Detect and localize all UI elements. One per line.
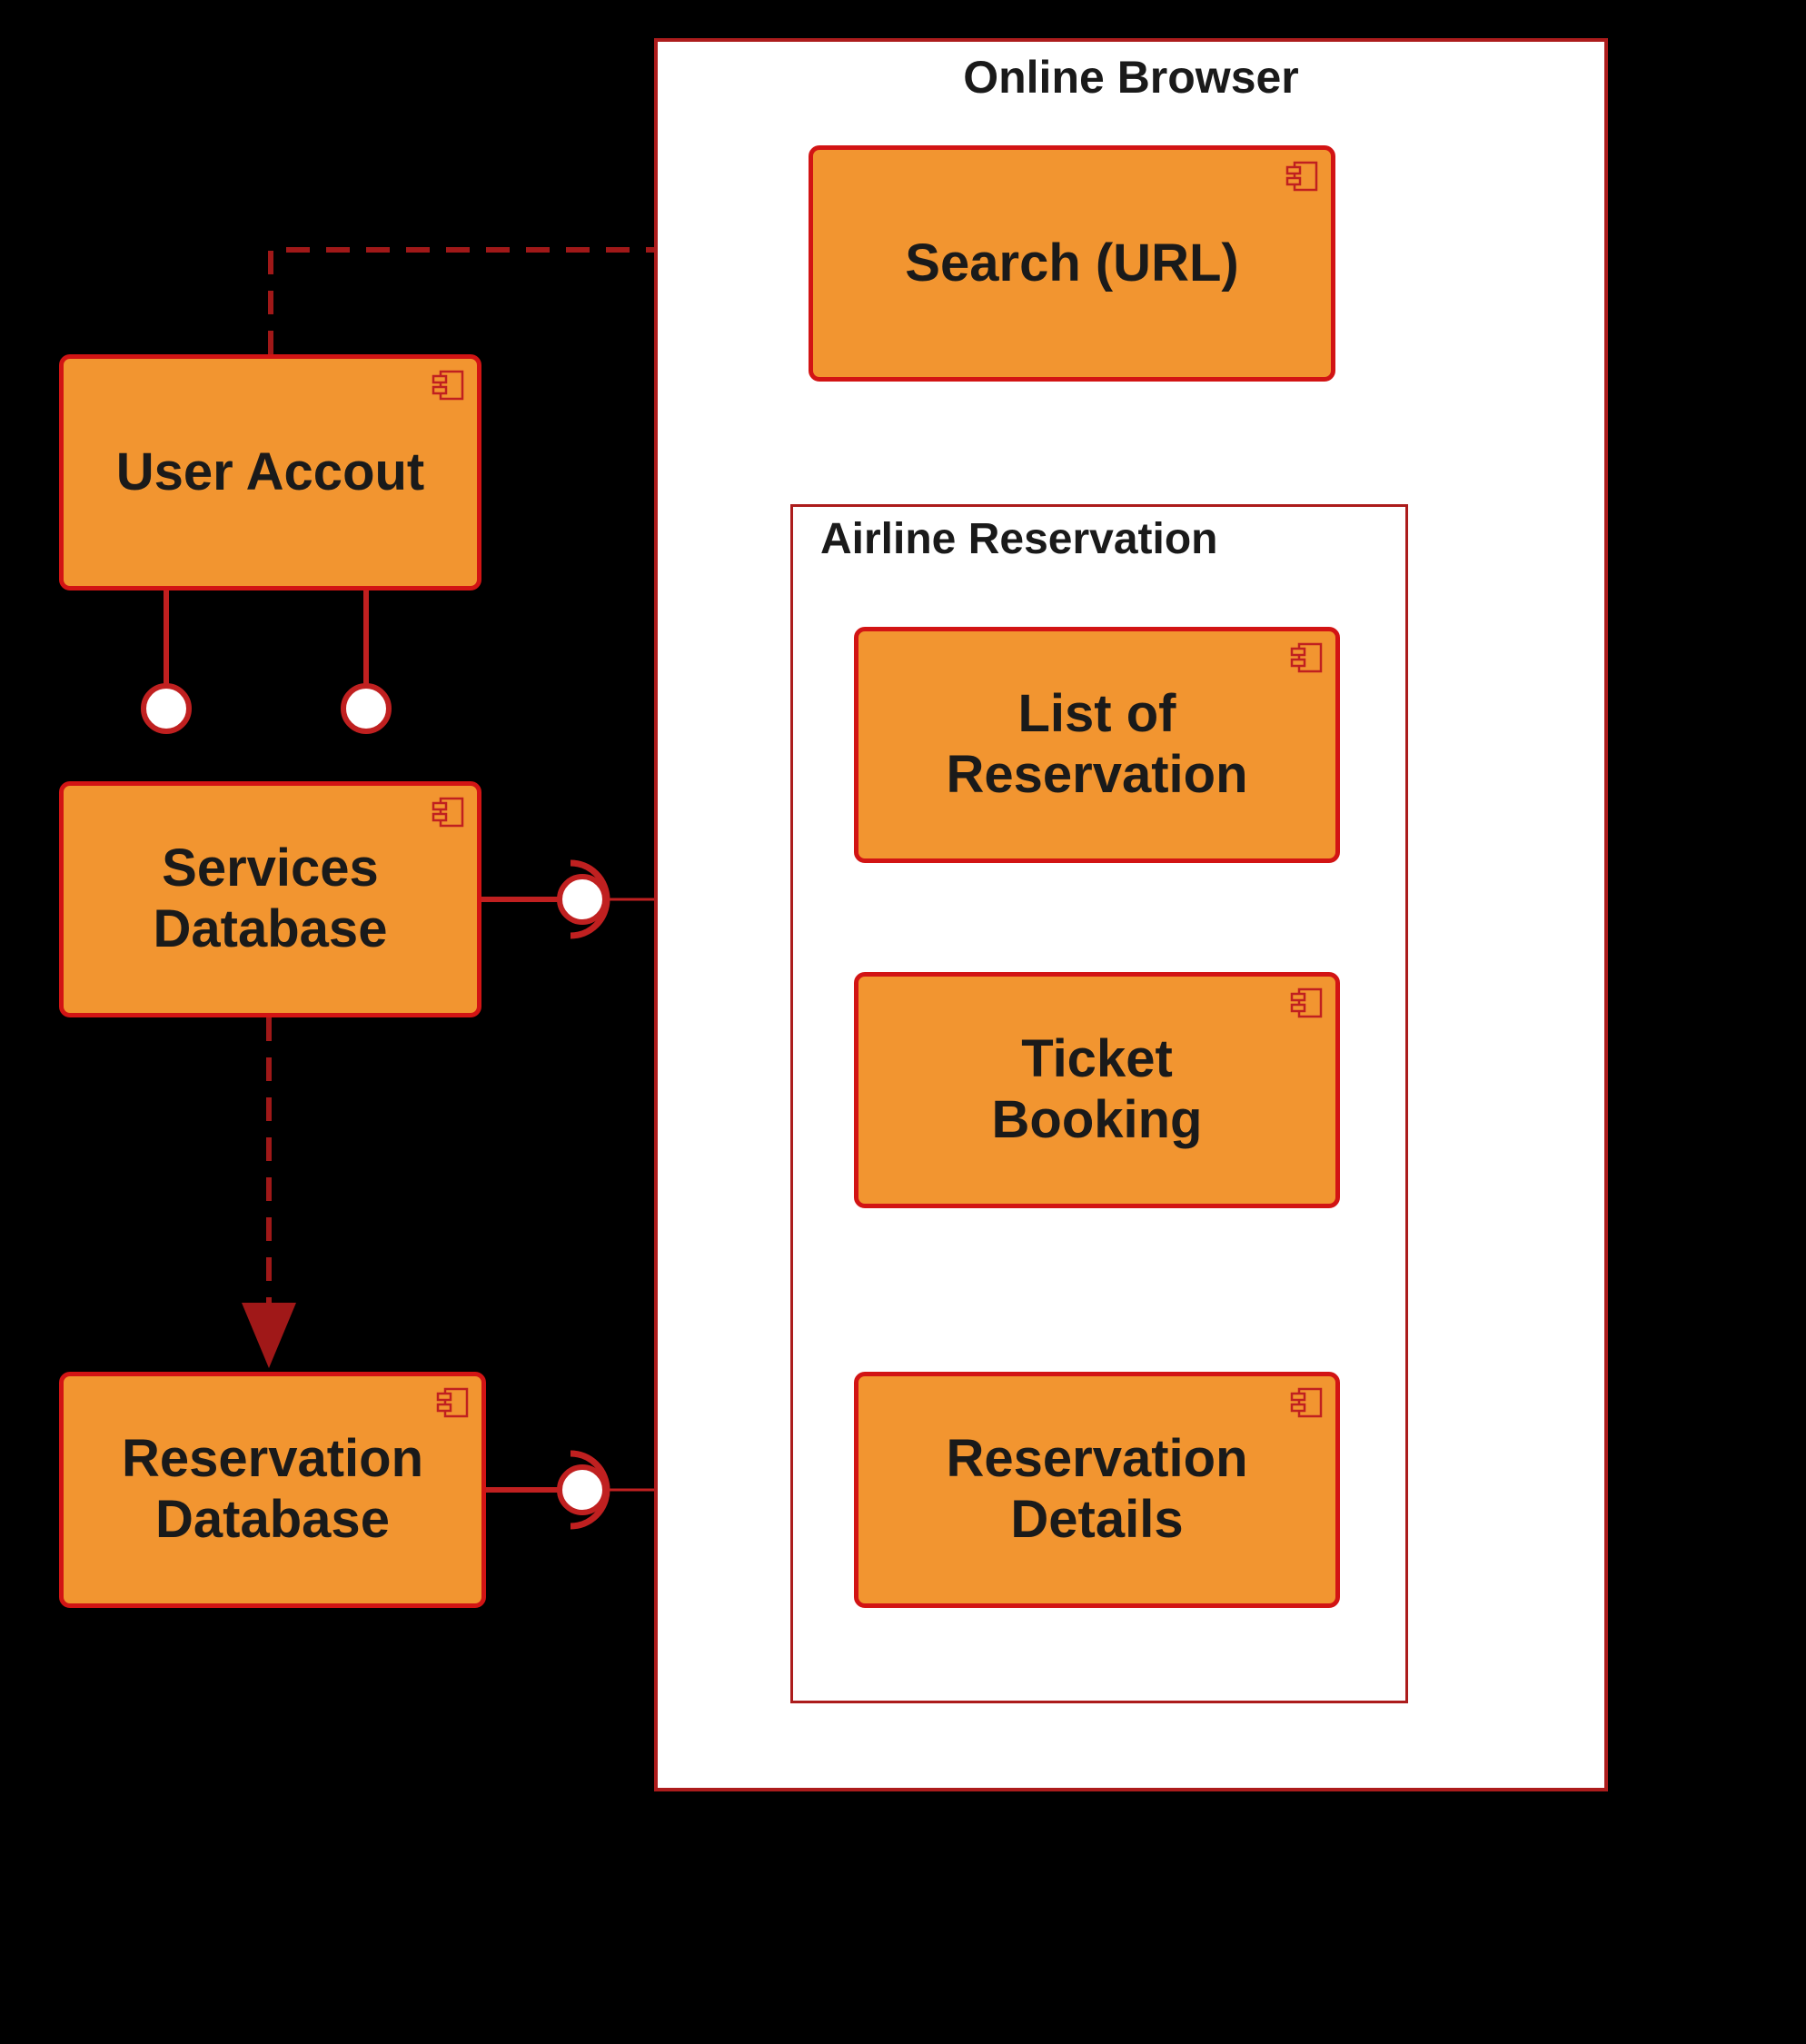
- ball-interface-2: [343, 686, 389, 731]
- component-icon: [1292, 1387, 1323, 1418]
- component-search-url: Search (URL): [809, 145, 1335, 382]
- component-user-account: User Accout: [59, 354, 481, 590]
- ball-interface-services: [560, 877, 605, 922]
- component-list-reservation: List of Reservation: [854, 627, 1340, 863]
- socket-interface-resdb: [571, 1454, 607, 1526]
- label-reservation-database: Reservation Database: [122, 1429, 423, 1550]
- socket-interface-services: [571, 863, 607, 936]
- component-icon: [1292, 987, 1323, 1018]
- ball-interface-1: [144, 686, 189, 731]
- diagram-canvas: Online Browser Airline Reservation User …: [0, 0, 1806, 2044]
- label-user-account: User Accout: [116, 442, 425, 503]
- component-icon: [1292, 642, 1323, 673]
- label-reservation-details: Reservation Details: [946, 1429, 1247, 1550]
- ball-interface-resdb: [560, 1467, 605, 1513]
- component-icon: [433, 370, 464, 401]
- component-ticket-booking: Ticket Booking: [854, 972, 1340, 1208]
- container-title-online-browser: Online Browser: [658, 51, 1604, 104]
- label-ticket-booking: Ticket Booking: [992, 1029, 1203, 1150]
- component-icon: [433, 797, 464, 828]
- component-icon: [438, 1387, 469, 1418]
- component-reservation-database: Reservation Database: [59, 1372, 486, 1608]
- label-search-url: Search (URL): [905, 233, 1238, 294]
- component-services-database: Services Database: [59, 781, 481, 1017]
- label-services-database: Services Database: [154, 838, 388, 959]
- component-reservation-details: Reservation Details: [854, 1372, 1340, 1608]
- label-list-reservation: List of Reservation: [946, 684, 1247, 805]
- container-title-airline-reservation: Airline Reservation: [820, 514, 1217, 564]
- component-icon: [1287, 161, 1318, 192]
